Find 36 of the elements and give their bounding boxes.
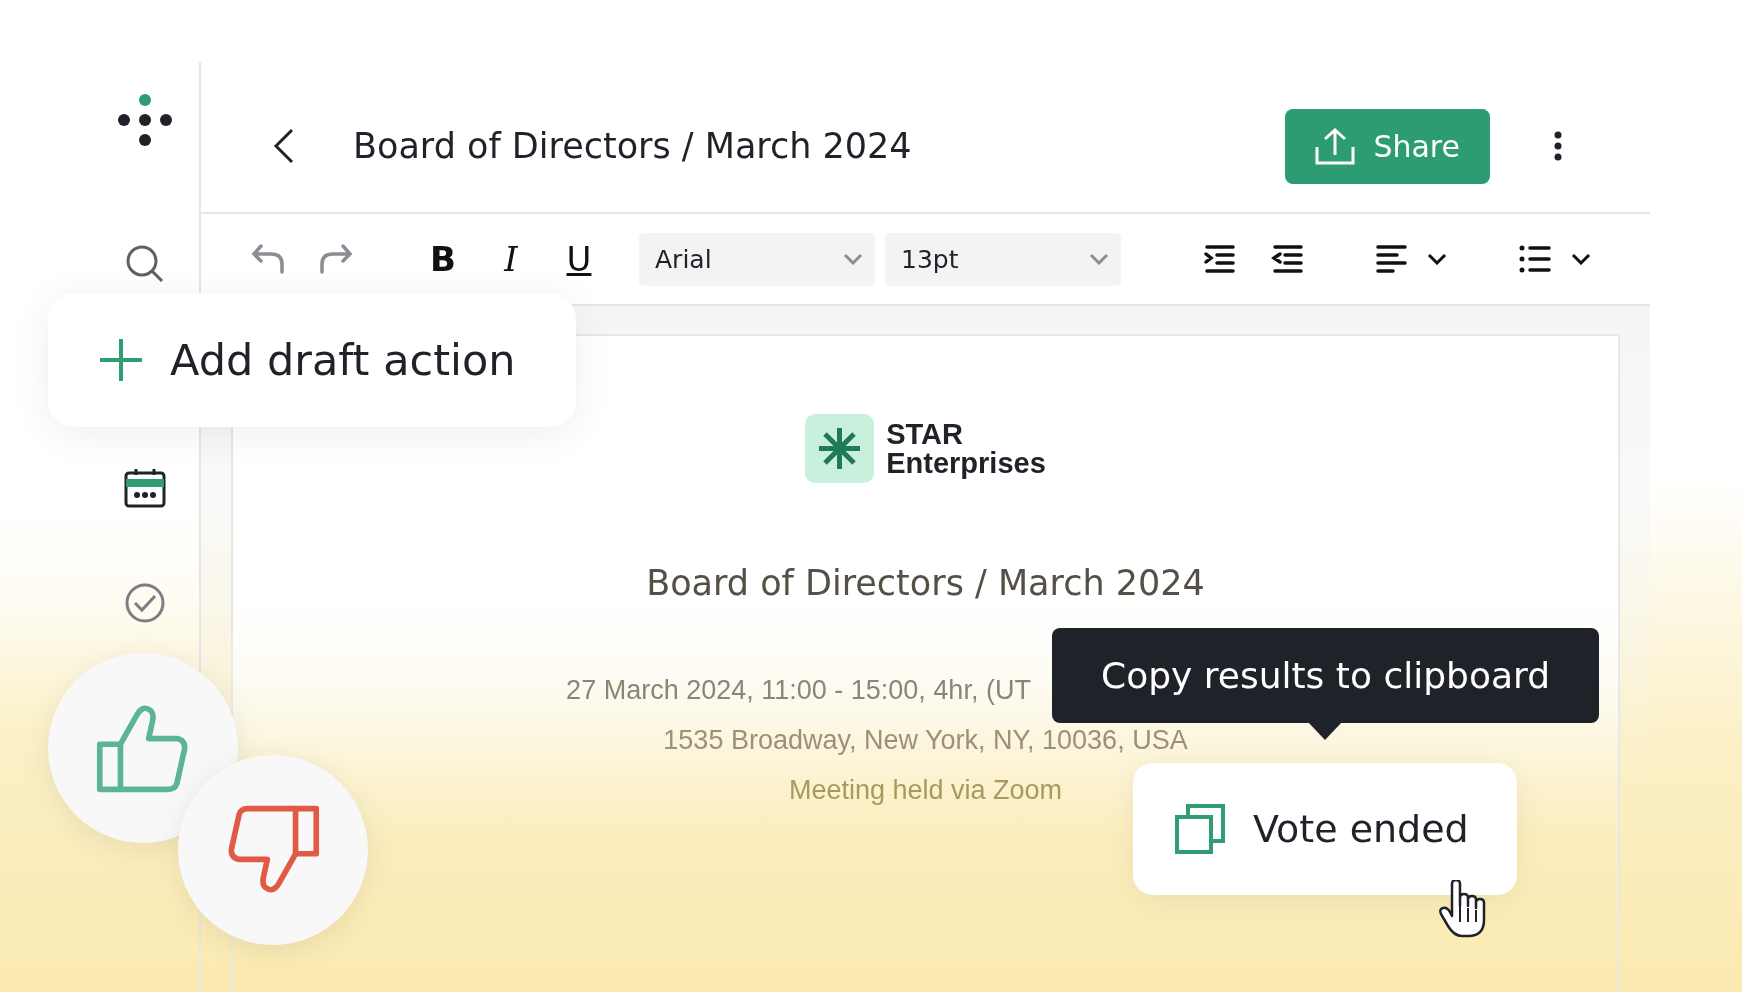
font-dropdown[interactable]: Arial	[639, 232, 875, 286]
font-size-dropdown[interactable]: 13pt	[885, 232, 1121, 286]
chevron-down-icon[interactable]	[1427, 253, 1447, 265]
chevron-down-icon	[843, 253, 863, 265]
company-name: STAR	[886, 419, 964, 449]
italic-button[interactable]: I	[491, 239, 531, 279]
outdent-icon[interactable]	[1271, 245, 1303, 273]
tooltip-arrow	[1308, 722, 1342, 740]
meeting-detail: 1535 Broadway, New York, NY, 10036, USA	[663, 725, 1188, 755]
check-circle-icon[interactable]	[123, 582, 166, 624]
copy-icon	[1175, 804, 1225, 854]
company-name: Enterprises	[886, 448, 1046, 478]
document-title: Board of Directors / March 2024	[646, 563, 1205, 603]
undo-icon[interactable]	[251, 244, 285, 274]
meeting-detail: 27 March 2024, 11:00 - 15:00, 4hr, (UT	[566, 675, 1031, 705]
star-logo-icon	[805, 414, 875, 483]
draft-action-button[interactable]: Add draft action	[48, 293, 576, 427]
search-icon[interactable]	[124, 244, 165, 284]
align-left-icon[interactable]	[1375, 245, 1407, 273]
more-icon[interactable]	[1554, 131, 1562, 161]
vote-ended-button[interactable]: Vote ended	[1133, 763, 1517, 895]
bullet-list-icon[interactable]	[1519, 245, 1551, 273]
plus-icon	[98, 337, 144, 383]
redo-icon[interactable]	[319, 244, 353, 274]
underline-button[interactable]: U	[559, 239, 599, 279]
logo-icon	[117, 94, 172, 146]
page-title: Board of Directors / March 2024	[353, 126, 913, 166]
chevron-down-icon[interactable]	[1571, 253, 1591, 265]
indent-icon[interactable]	[1203, 245, 1235, 273]
chevron-down-icon	[1089, 253, 1109, 265]
bold-button[interactable]: B	[423, 239, 463, 279]
calendar-icon[interactable]	[123, 468, 166, 508]
back-icon[interactable]	[273, 128, 295, 164]
upload-icon	[1315, 127, 1356, 165]
tooltip: Copy results to clipboard	[1052, 628, 1599, 723]
meeting-detail: Meeting held via Zoom	[788, 775, 1063, 805]
